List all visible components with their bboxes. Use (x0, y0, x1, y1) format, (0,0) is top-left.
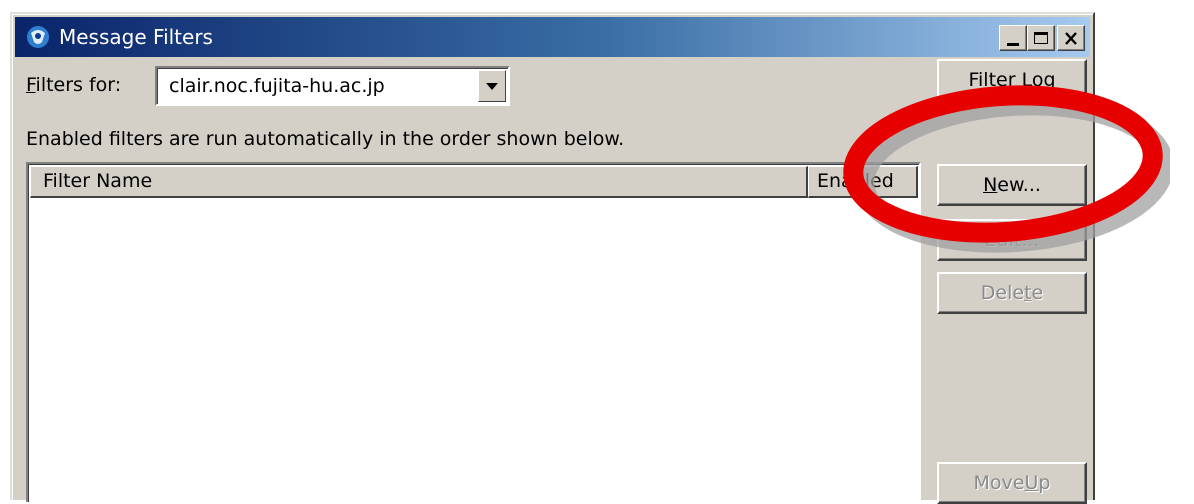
window-title: Message Filters (59, 25, 213, 49)
new-accel: N (983, 174, 998, 196)
new-label-rest: ew... (997, 174, 1041, 196)
account-select-value: clair.noc.fujita-hu.ac.jp (169, 75, 385, 97)
chevron-down-icon (486, 82, 498, 90)
dropdown-button[interactable] (478, 70, 506, 102)
filters-for-label: Filters for: (26, 74, 121, 96)
column-header-enabled[interactable]: Enabled (808, 166, 918, 198)
minimize-icon (1007, 42, 1019, 46)
new-filter-button[interactable]: New... (937, 164, 1087, 206)
delete-label-a: Dele (980, 282, 1025, 304)
delete-accel: t (1024, 282, 1032, 304)
maximize-icon (1034, 32, 1048, 44)
close-icon (1065, 31, 1077, 45)
title-bar[interactable]: Message Filters (15, 17, 1090, 57)
minimize-button[interactable] (999, 25, 1027, 51)
close-button[interactable] (1057, 25, 1085, 51)
message-filters-window: Message Filters Filters for: clair.noc.f… (10, 12, 1095, 504)
filter-list[interactable]: Filter Name Enabled (26, 162, 921, 502)
delete-filter-button[interactable]: Dele t e (937, 272, 1087, 314)
filters-for-label-text: ilters for: (35, 74, 122, 96)
edit-filter-button[interactable]: Edit... (937, 219, 1087, 261)
filters-for-accel: F (26, 74, 36, 96)
column-header-filter-name[interactable]: Filter Name (30, 166, 808, 198)
moveup-label-b: p (1038, 472, 1051, 494)
account-select[interactable]: clair.noc.fujita-hu.ac.jp (155, 66, 510, 106)
move-up-button[interactable]: Move Up (937, 462, 1087, 504)
filter-log-button[interactable]: Filter Log (937, 59, 1087, 101)
moveup-label-a: Move (973, 472, 1025, 494)
app-icon (27, 26, 49, 48)
delete-label-b: e (1031, 282, 1044, 304)
filters-hint-text: Enabled filters are run automatically in… (26, 128, 625, 150)
maximize-button[interactable] (1027, 25, 1055, 51)
moveup-accel: U (1024, 472, 1039, 494)
